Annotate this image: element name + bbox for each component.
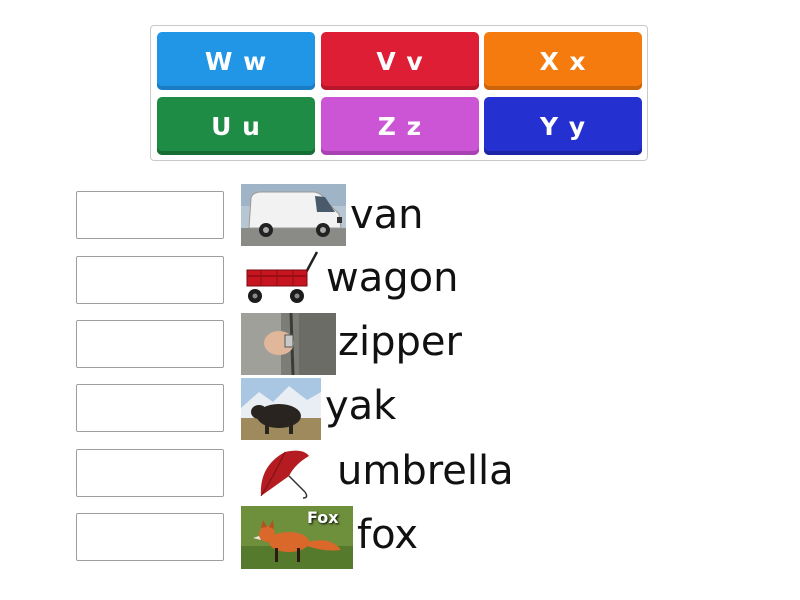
answer-slot-van[interactable] [76, 191, 224, 239]
word-fox: fox [357, 512, 418, 558]
umbrella-image [255, 446, 315, 501]
tile-x[interactable]: X x [484, 32, 642, 90]
wagon-image [241, 250, 321, 310]
fox-image: Fox [241, 506, 353, 569]
answer-slot-yak[interactable] [76, 384, 224, 432]
fox-image-caption: Fox [307, 508, 339, 527]
tile-u[interactable]: U u [157, 97, 315, 155]
word-van: van [350, 192, 424, 238]
tile-v[interactable]: V v [321, 32, 479, 90]
word-zipper: zipper [338, 319, 462, 365]
answer-slot-wagon[interactable] [76, 256, 224, 304]
letter-tiles-panel: W w V v X x U u Z z Y y [150, 25, 648, 161]
tile-w[interactable]: W w [157, 32, 315, 90]
word-wagon: wagon [326, 255, 459, 301]
word-yak: yak [325, 383, 397, 429]
word-umbrella: umbrella [337, 448, 514, 494]
yak-image [241, 378, 321, 440]
answer-slot-zipper[interactable] [76, 320, 224, 368]
answer-slot-fox[interactable] [76, 513, 224, 561]
zipper-image [241, 313, 336, 375]
answer-slot-umbrella[interactable] [76, 449, 224, 497]
tile-y[interactable]: Y y [484, 97, 642, 155]
van-image [241, 184, 346, 246]
tile-z[interactable]: Z z [321, 97, 479, 155]
